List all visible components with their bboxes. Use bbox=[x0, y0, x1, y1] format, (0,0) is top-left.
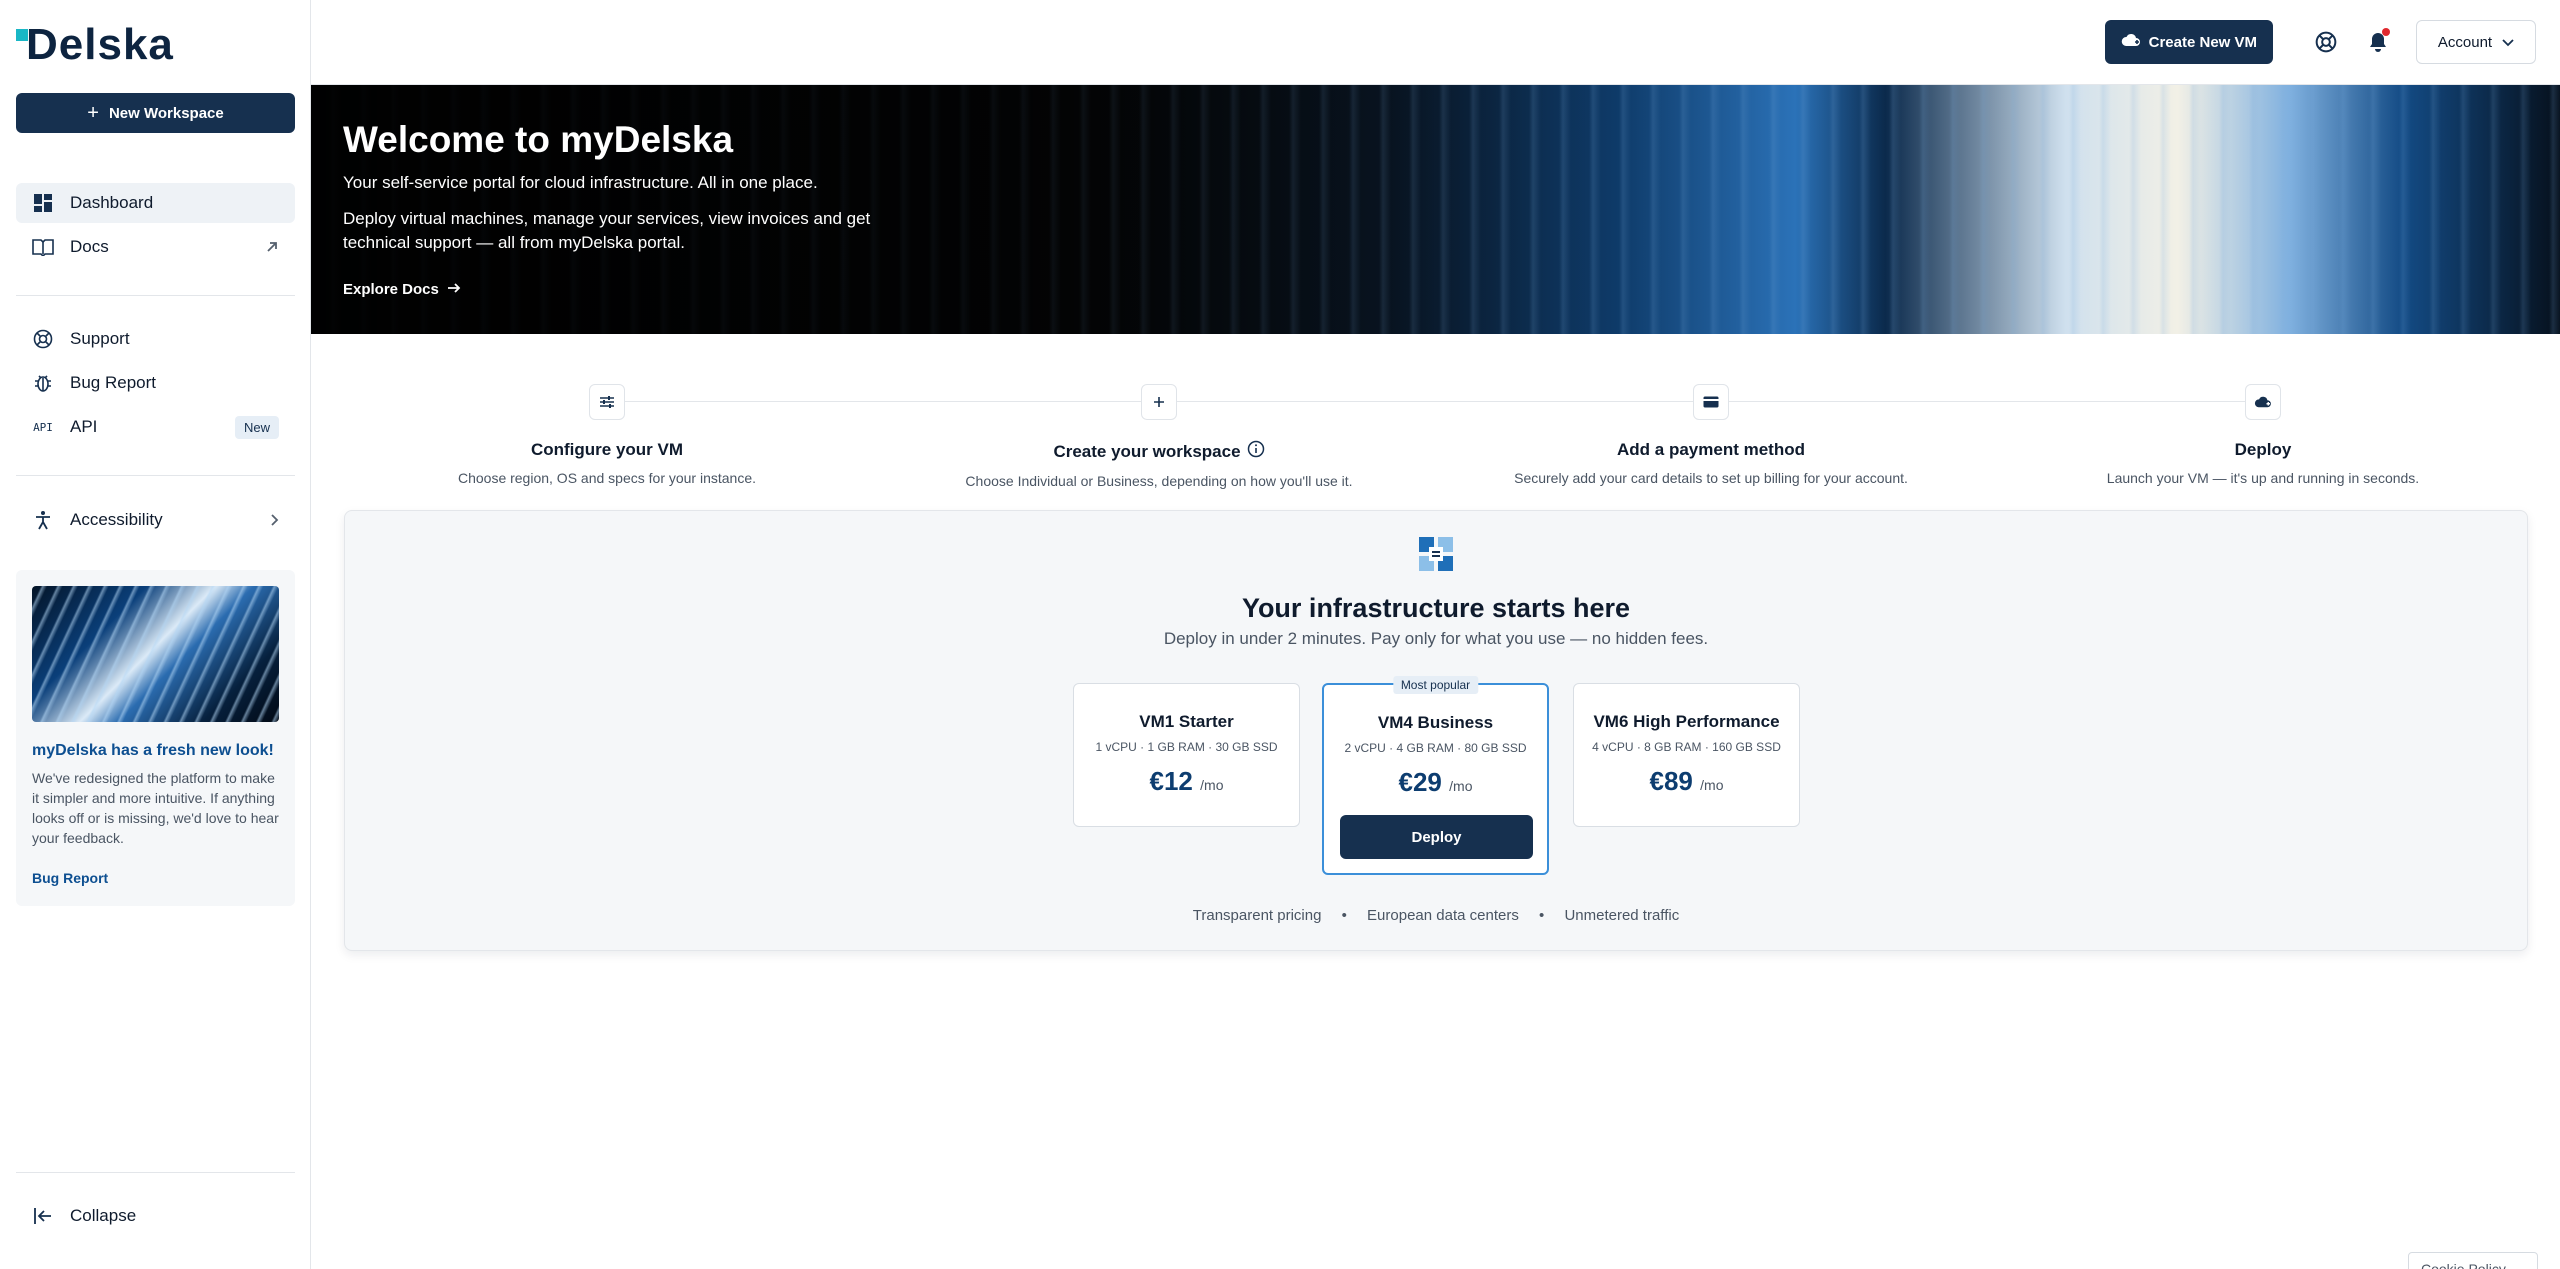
create-new-vm-button[interactable]: Create New VM bbox=[2104, 20, 2273, 64]
infrastructure-panel: Your infrastructure starts here Deploy i… bbox=[344, 510, 2528, 951]
hero-subtitle: Your self-service portal for cloud infra… bbox=[343, 173, 818, 192]
plan-card-vm4-business[interactable]: Most popular VM4 Business 2 vCPU · 4 GB … bbox=[1322, 676, 1549, 875]
feature-item: European data centers bbox=[1367, 907, 1519, 924]
promo-bug-report-link[interactable]: Bug Report bbox=[32, 870, 108, 886]
deploy-button[interactable]: Deploy bbox=[1340, 815, 1533, 859]
step-configure-vm: Configure your VM Choose region, OS and … bbox=[347, 384, 867, 486]
cookie-policy-button[interactable]: Cookie Policy bbox=[2408, 1252, 2538, 1269]
plan-specs: 2 vCPU · 4 GB RAM · 80 GB SSD bbox=[1344, 741, 1527, 755]
feature-separator: • bbox=[1341, 907, 1347, 924]
new-workspace-label: New Workspace bbox=[108, 104, 224, 122]
top-header: Create New VM Account bbox=[311, 0, 2560, 85]
step-title: Deploy bbox=[2234, 440, 2292, 459]
sidebar-divider bbox=[16, 1172, 295, 1173]
sliders-icon bbox=[589, 384, 625, 420]
step-create-workspace: Create your workspace Choose Individual … bbox=[899, 384, 1419, 489]
plus-icon: + bbox=[87, 102, 99, 124]
step-description: Securely add your card details to set up… bbox=[1514, 470, 1908, 486]
step-deploy: Deploy Launch your VM — it's up and runn… bbox=[2003, 384, 2523, 486]
plan-price: €12 /mo bbox=[1149, 766, 1224, 796]
delska-mark-icon bbox=[1419, 537, 1453, 571]
welcome-hero: Welcome to myDelska Your self-service po… bbox=[311, 85, 2560, 334]
plus-icon bbox=[1141, 384, 1177, 420]
notification-dot bbox=[2382, 28, 2390, 36]
panel-subtitle: Deploy in under 2 minutes. Pay only for … bbox=[1163, 629, 1709, 648]
most-popular-badge: Most popular bbox=[1392, 676, 1479, 694]
credit-card-icon bbox=[1693, 384, 1729, 420]
external-link-icon bbox=[265, 240, 279, 254]
plan-specs: 4 vCPU · 8 GB RAM · 160 GB SSD bbox=[1592, 740, 1781, 754]
hero-description: Deploy virtual machines, manage your ser… bbox=[343, 209, 871, 252]
sidebar-item-label: Support bbox=[70, 329, 130, 348]
panel-title: Your infrastructure starts here bbox=[1241, 593, 1631, 623]
plan-name: VM6 High Performance bbox=[1593, 712, 1780, 731]
feature-item: Unmetered traffic bbox=[1564, 907, 1680, 924]
arrow-right-icon bbox=[447, 281, 461, 298]
feature-item: Transparent pricing bbox=[1192, 907, 1322, 924]
step-description: Choose Individual or Business, depending… bbox=[965, 473, 1353, 489]
plan-specs: 1 vCPU · 1 GB RAM · 30 GB SSD bbox=[1095, 740, 1278, 754]
step-description: Choose region, OS and specs for your ins… bbox=[457, 470, 757, 486]
app-root: Delska + New Workspace Dashboard Docs Su… bbox=[0, 0, 2560, 1269]
promo-image bbox=[32, 586, 279, 722]
info-icon[interactable] bbox=[1247, 440, 1265, 463]
account-label: Account bbox=[2437, 33, 2493, 51]
sidebar: Delska + New Workspace Dashboard Docs Su… bbox=[0, 0, 311, 1269]
support-lifebuoy-icon[interactable] bbox=[2312, 28, 2340, 56]
create-new-vm-label: Create New VM bbox=[2148, 33, 2257, 51]
account-dropdown[interactable]: Account bbox=[2416, 20, 2536, 64]
sidebar-item-bug-report[interactable]: Bug Report bbox=[16, 363, 295, 403]
step-title: Create your workspace bbox=[1053, 441, 1241, 461]
hero-title: Welcome to myDelska bbox=[343, 119, 734, 160]
chevron-right-icon bbox=[269, 513, 279, 527]
features-row: Transparent pricing • European data cent… bbox=[345, 907, 2527, 924]
explore-docs-label: Explore Docs bbox=[343, 281, 439, 298]
cloud-plus-icon bbox=[2121, 32, 2141, 52]
sidebar-item-docs[interactable]: Docs bbox=[16, 227, 295, 267]
new-badge: New bbox=[234, 415, 279, 439]
plan-name: VM1 Starter bbox=[1139, 712, 1234, 731]
sidebar-divider bbox=[16, 295, 295, 296]
logo-text: Delska bbox=[26, 20, 174, 69]
cloud-upload-icon bbox=[2245, 384, 2281, 420]
sidebar-item-label: Accessibility bbox=[70, 510, 163, 529]
sidebar-item-label: Docs bbox=[70, 237, 109, 256]
sidebar-item-dashboard[interactable]: Dashboard bbox=[16, 183, 295, 223]
plan-card-vm6-high-performance[interactable]: VM6 High Performance 4 vCPU · 8 GB RAM ·… bbox=[1573, 683, 1800, 827]
book-icon bbox=[32, 236, 54, 258]
step-title: Add a payment method bbox=[1617, 440, 1805, 459]
notifications-bell-icon[interactable] bbox=[2364, 28, 2392, 56]
bug-icon bbox=[32, 372, 54, 394]
accessibility-icon bbox=[32, 509, 54, 531]
delska-logo[interactable]: Delska bbox=[16, 20, 174, 69]
feature-separator: • bbox=[1539, 907, 1545, 924]
sidebar-divider bbox=[16, 475, 295, 476]
step-description: Launch your VM — it's up and running in … bbox=[2106, 470, 2420, 486]
sidebar-item-api[interactable]: API API New bbox=[16, 407, 295, 447]
whats-new-card: myDelska has a fresh new look! We've red… bbox=[16, 570, 295, 906]
step-title: Configure your VM bbox=[530, 440, 684, 459]
dashboard-icon bbox=[32, 192, 54, 214]
new-workspace-button[interactable]: + New Workspace bbox=[16, 93, 295, 133]
explore-docs-link[interactable]: Explore Docs bbox=[343, 281, 461, 298]
logo-accent-mark bbox=[16, 29, 28, 41]
collapse-label: Collapse bbox=[70, 1206, 137, 1225]
api-icon: API bbox=[33, 420, 53, 434]
sidebar-item-support[interactable]: Support bbox=[16, 319, 295, 359]
sidebar-item-label: API bbox=[70, 417, 98, 436]
promo-title: myDelska has a fresh new look! bbox=[32, 742, 274, 759]
plan-card-vm1-starter[interactable]: VM1 Starter 1 vCPU · 1 GB RAM · 30 GB SS… bbox=[1073, 683, 1300, 827]
sidebar-item-label: Dashboard bbox=[70, 193, 154, 212]
chevron-down-icon bbox=[2502, 34, 2514, 51]
lifebuoy-icon bbox=[32, 328, 54, 350]
sidebar-item-label: Bug Report bbox=[70, 373, 156, 392]
collapse-sidebar-button[interactable]: Collapse bbox=[16, 1196, 295, 1236]
plan-price: €89 /mo bbox=[1649, 766, 1724, 796]
step-add-payment: Add a payment method Securely add your c… bbox=[1451, 384, 1971, 486]
plan-price: €29 /mo bbox=[1398, 767, 1473, 797]
collapse-icon bbox=[32, 1205, 54, 1227]
sidebar-item-accessibility[interactable]: Accessibility bbox=[16, 500, 295, 540]
promo-text: We've redesigned the platform to make it… bbox=[32, 770, 279, 846]
plan-name: VM4 Business bbox=[1377, 713, 1494, 732]
